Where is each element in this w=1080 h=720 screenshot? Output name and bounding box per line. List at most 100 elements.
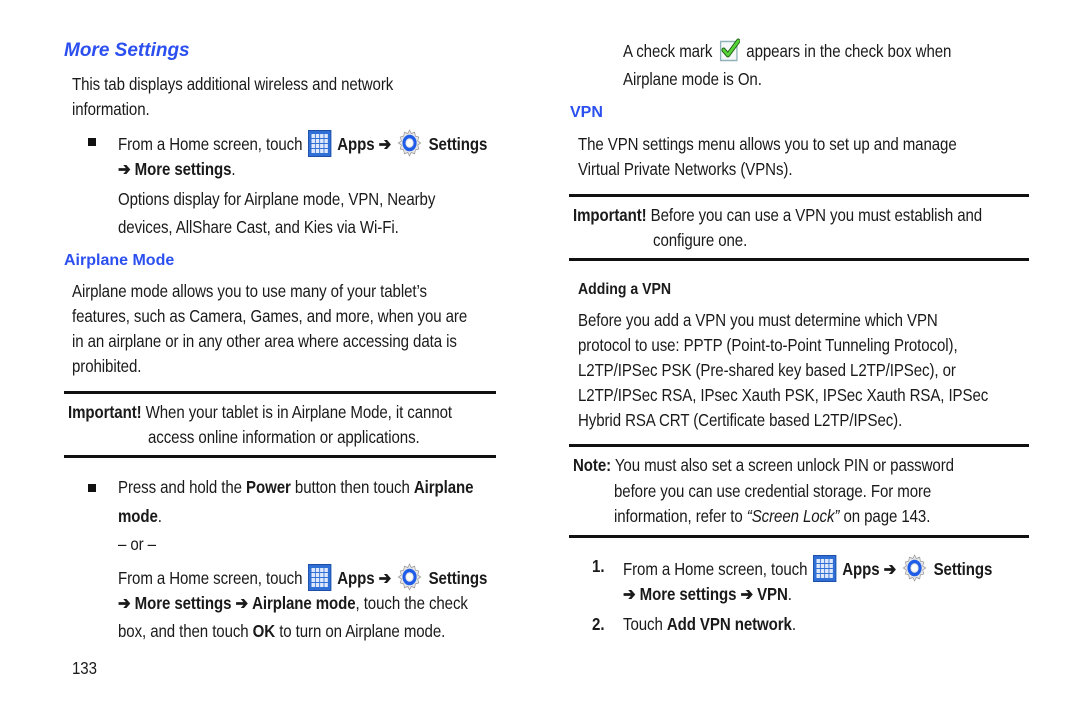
important-text: Before you can use a VPN you must establ… bbox=[650, 205, 983, 225]
bullet-icon bbox=[88, 484, 96, 492]
heading-airplane-mode: Airplane Mode bbox=[64, 252, 175, 269]
step-text: A check mark bbox=[623, 41, 713, 61]
important-text: When your tablet is in Airplane Mode, it… bbox=[145, 402, 452, 422]
airplane-body-line-4: prohibited. bbox=[72, 356, 142, 376]
vpn-step1-line1: From a Home screen, touch Apps ➔ Setting… bbox=[623, 553, 992, 583]
note-text: on page 143. bbox=[843, 506, 931, 526]
apps-grid-icon bbox=[308, 564, 332, 591]
vpn-body-line-1: The VPN settings menu allows you to set … bbox=[578, 134, 957, 154]
arrow-icon: ➔ bbox=[740, 584, 753, 604]
section-title-more-settings: More Settings bbox=[64, 40, 190, 61]
step-text: button then touch bbox=[294, 477, 410, 497]
important-note-line-1: Important! When your tablet is in Airpla… bbox=[68, 399, 452, 425]
adding-body-line-2: protocol to use: PPTP (Point-to-Point Tu… bbox=[578, 335, 958, 355]
arrow-icon: ➔ bbox=[883, 559, 897, 579]
checkbox-checked-icon bbox=[719, 38, 740, 62]
vpn-important-line-1: Important! Before you can use a VPN you … bbox=[573, 202, 982, 228]
step-text: Touch bbox=[623, 614, 663, 634]
punctuation: . bbox=[791, 614, 796, 634]
important-label: Important! bbox=[573, 205, 647, 225]
apps-grid-icon bbox=[813, 555, 837, 582]
heading-adding-a-vpn: Adding a VPN bbox=[578, 281, 672, 298]
note-label: Note: bbox=[573, 455, 612, 475]
punctuation: . bbox=[231, 159, 236, 179]
screen-lock-reference-link[interactable]: “Screen Lock” bbox=[747, 506, 840, 526]
divider bbox=[569, 535, 1029, 538]
adding-body-line-5: Hybrid RSA CRT (Certificate based L2TP/I… bbox=[578, 410, 903, 430]
airplane-body-line-1: Airplane mode allows you to use many of … bbox=[72, 281, 427, 301]
step-more-settings-line2: ➔ More settings. bbox=[118, 156, 236, 182]
check-mark-line-1: A check mark appears in the check box wh… bbox=[623, 38, 951, 64]
settings-label: Settings bbox=[933, 559, 993, 579]
apps-grid-icon bbox=[308, 130, 332, 157]
note-line-1: Note: You must also set a screen unlock … bbox=[573, 452, 954, 478]
mode-label: mode bbox=[118, 506, 158, 526]
adding-body-line-4: L2TP/IPSec RSA, IPsec Xauth PSK, IPSec X… bbox=[578, 385, 989, 405]
ok-label: OK bbox=[252, 621, 276, 641]
more-settings-label: More settings bbox=[134, 159, 232, 179]
step-number: 1. bbox=[592, 556, 605, 576]
power-label: Power bbox=[246, 477, 291, 497]
more-settings-label: More settings bbox=[134, 593, 232, 613]
punctuation: . bbox=[787, 584, 792, 604]
step-text: box, and then touch bbox=[118, 621, 249, 641]
arrow-icon: ➔ bbox=[118, 159, 131, 179]
step-text: , touch the check bbox=[355, 593, 468, 613]
step-number: 2. bbox=[592, 614, 605, 634]
vpn-label: VPN bbox=[757, 584, 788, 604]
or-separator: – or – bbox=[118, 534, 156, 554]
intro-line-1: This tab displays additional wireless an… bbox=[72, 74, 394, 94]
step-alt-line1: From a Home screen, touch Apps ➔ Setting… bbox=[118, 562, 487, 592]
important-note-line-2: access online information or application… bbox=[148, 427, 420, 447]
punctuation: . bbox=[157, 506, 162, 526]
divider bbox=[569, 258, 1029, 261]
step-alt-line2: ➔ More settings ➔ Airplane mode, touch t… bbox=[118, 590, 468, 616]
settings-label: Settings bbox=[428, 568, 488, 588]
arrow-icon: ➔ bbox=[235, 593, 248, 613]
step-more-settings-line1: From a Home screen, touch Apps ➔ Setting… bbox=[118, 128, 487, 158]
step-text: to turn on Airplane mode. bbox=[279, 621, 446, 641]
arrow-icon: ➔ bbox=[378, 568, 392, 588]
note-text: You must also set a screen unlock PIN or… bbox=[614, 455, 954, 475]
vpn-step1-line2: ➔ More settings ➔ VPN. bbox=[623, 581, 792, 607]
intro-line-2: information. bbox=[72, 99, 150, 119]
apps-label: Apps bbox=[337, 134, 375, 154]
check-mark-line-2: Airplane mode is On. bbox=[623, 69, 762, 89]
settings-gear-icon bbox=[398, 563, 422, 591]
airplane-body-line-3: in an airplane or in any other area wher… bbox=[72, 331, 457, 351]
adding-body-line-1: Before you add a VPN you must determine … bbox=[578, 310, 938, 330]
settings-label: Settings bbox=[428, 134, 488, 154]
airplane-body-line-2: features, such as Camera, Games, and mor… bbox=[72, 306, 468, 326]
step-text: Press and hold the bbox=[118, 477, 242, 497]
settings-gear-icon bbox=[398, 129, 422, 157]
vpn-step2: Touch Add VPN network. bbox=[623, 611, 796, 637]
divider bbox=[569, 194, 1029, 197]
vpn-body-line-2: Virtual Private Networks (VPNs). bbox=[578, 159, 793, 179]
more-settings-label: More settings bbox=[639, 584, 737, 604]
arrow-icon: ➔ bbox=[623, 584, 636, 604]
airplane-label: Airplane bbox=[413, 477, 474, 497]
options-line-2: devices, AllShare Cast, and Kies via Wi-… bbox=[118, 217, 399, 237]
airplane-mode-label: Airplane mode bbox=[252, 593, 356, 613]
note-text: information, refer to bbox=[614, 506, 743, 526]
note-line-3: information, refer to “Screen Lock” on p… bbox=[614, 503, 930, 529]
settings-gear-icon bbox=[903, 554, 927, 582]
bullet-icon bbox=[88, 138, 96, 146]
step-text: From a Home screen, touch bbox=[623, 559, 808, 579]
note-line-2: before you can use credential storage. F… bbox=[614, 481, 932, 501]
vpn-important-line-2: configure one. bbox=[653, 230, 748, 250]
apps-label: Apps bbox=[337, 568, 375, 588]
divider bbox=[64, 391, 496, 394]
important-label: Important! bbox=[68, 402, 142, 422]
adding-body-line-3: L2TP/IPSec PSK (Pre-shared key based L2T… bbox=[578, 360, 956, 380]
step-text: appears in the check box when bbox=[746, 41, 952, 61]
page-number: 133 bbox=[72, 658, 97, 678]
step-text: From a Home screen, touch bbox=[118, 568, 303, 588]
step-alt-line3: box, and then touch OK to turn on Airpla… bbox=[118, 618, 445, 644]
add-vpn-network-label: Add VPN network bbox=[666, 614, 792, 634]
step-power-line2: mode. bbox=[118, 503, 162, 529]
arrow-icon: ➔ bbox=[378, 134, 392, 154]
arrow-icon: ➔ bbox=[118, 593, 131, 613]
options-line-1: Options display for Airplane mode, VPN, … bbox=[118, 189, 436, 209]
step-power-line1: Press and hold the Power button then tou… bbox=[118, 474, 473, 500]
